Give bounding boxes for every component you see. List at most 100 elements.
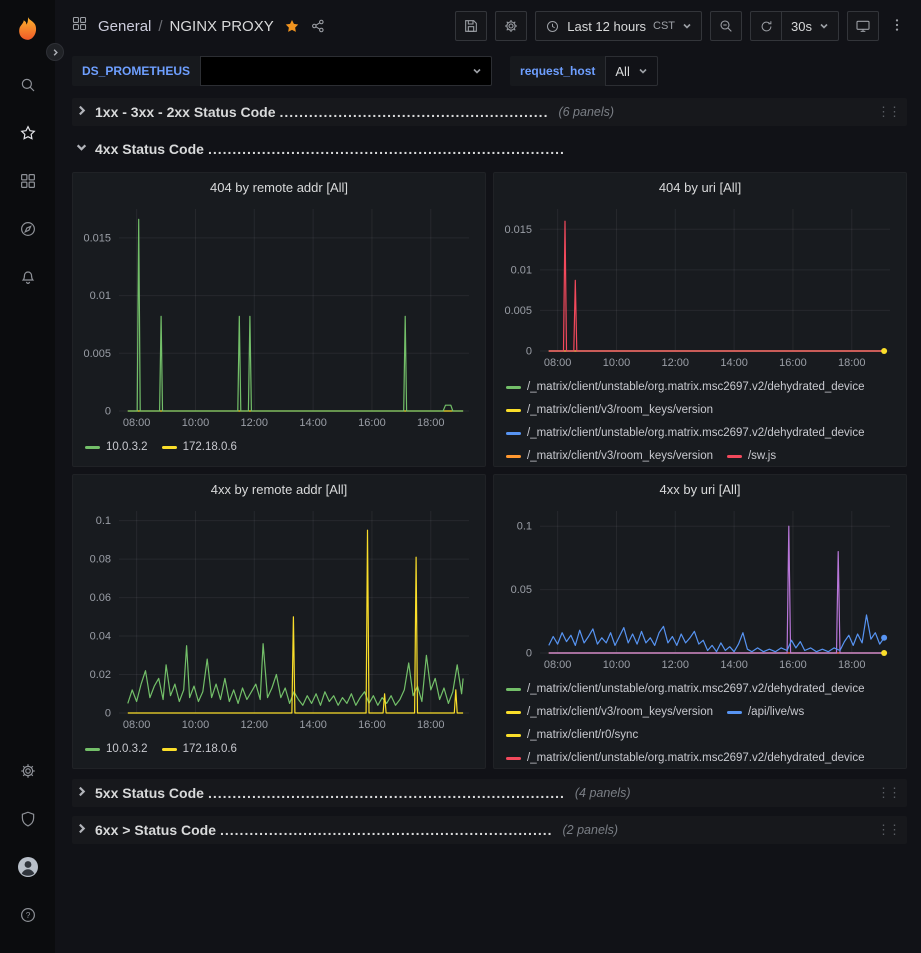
row-1xx-3xx-2xx-status-code[interactable]: 1xx - 3xx - 2xx Status Code ............… bbox=[72, 98, 907, 126]
svg-text:18:00: 18:00 bbox=[838, 357, 866, 369]
legend-swatch bbox=[506, 386, 521, 389]
topbar-actions: Last 12 hours CST 30s bbox=[455, 11, 907, 41]
sidebar-item-search[interactable] bbox=[8, 65, 48, 105]
svg-text:0.01: 0.01 bbox=[511, 264, 532, 276]
legend-swatch bbox=[727, 455, 742, 458]
sidebar-item-alerting[interactable] bbox=[8, 257, 48, 297]
svg-text:16:00: 16:00 bbox=[779, 659, 807, 671]
legend-item[interactable]: /_matrix/client/r0/sync bbox=[506, 726, 638, 744]
legend-label: /_matrix/client/v3/room_keys/version bbox=[527, 404, 713, 416]
legend-item[interactable]: 172.18.0.6 bbox=[162, 438, 237, 456]
chevron-down-icon bbox=[638, 64, 648, 79]
legend-label: 10.0.3.2 bbox=[106, 441, 148, 453]
breadcrumb-section[interactable]: General bbox=[98, 18, 151, 35]
row-drag-handle[interactable]: ⋮⋮ bbox=[877, 822, 899, 838]
breadcrumb-separator: / bbox=[158, 18, 162, 35]
panel-title[interactable]: 4xx by remote addr [All] bbox=[73, 475, 485, 503]
sidebar-item-configuration[interactable] bbox=[8, 751, 48, 791]
zoom-out-time-button[interactable] bbox=[710, 11, 742, 41]
share-dashboard-button[interactable] bbox=[310, 18, 326, 34]
legend-item[interactable]: /_matrix/client/unstable/org.matrix.msc2… bbox=[506, 424, 865, 442]
panel-grid: 404 by remote addr [All] 00.0050.010.015… bbox=[72, 172, 907, 769]
legend-label: /api/live/ws bbox=[748, 706, 804, 718]
svg-text:18:00: 18:00 bbox=[417, 417, 445, 429]
cycle-view-mode-button[interactable] bbox=[847, 11, 879, 41]
legend-label: 10.0.3.2 bbox=[106, 743, 148, 755]
legend-item[interactable]: /_matrix/client/v3/room_keys/version bbox=[506, 447, 713, 465]
apps-icon bbox=[71, 15, 88, 37]
sidebar-expand-button[interactable] bbox=[46, 43, 64, 61]
svg-text:14:00: 14:00 bbox=[299, 719, 327, 731]
grafana-logo[interactable] bbox=[8, 9, 48, 49]
refresh-interval-picker[interactable]: 30s bbox=[782, 11, 839, 41]
svg-text:16:00: 16:00 bbox=[358, 719, 386, 731]
grafana-app: ? General / NGINX PROXY bbox=[0, 0, 921, 953]
dashboard-body: 1xx - 3xx - 2xx Status Code ............… bbox=[55, 90, 921, 953]
timezone-label: CST bbox=[653, 20, 675, 32]
legend-label: 172.18.0.6 bbox=[183, 743, 237, 755]
row-6xx-status-code[interactable]: 6xx > Status Code ......................… bbox=[72, 816, 907, 844]
chevron-right-icon bbox=[76, 784, 87, 802]
row-4xx-status-code[interactable]: 4xx Status Code ........................… bbox=[72, 135, 907, 163]
panel-title[interactable]: 404 by uri [All] bbox=[494, 173, 906, 201]
row-drag-handle[interactable]: ⋮⋮ bbox=[877, 104, 899, 120]
row-title: 5xx Status Code bbox=[95, 785, 204, 801]
legend-swatch bbox=[162, 748, 177, 751]
legend-item[interactable]: /_matrix/client/unstable/org.matrix.msc2… bbox=[506, 378, 865, 396]
sidebar-item-server-admin[interactable] bbox=[8, 799, 48, 839]
legend-item[interactable]: 10.0.3.2 bbox=[85, 438, 148, 456]
bell-icon bbox=[19, 268, 37, 286]
clock-icon bbox=[545, 19, 560, 34]
refresh-icon bbox=[759, 19, 774, 34]
legend-label: /_matrix/client/unstable/org.matrix.msc2… bbox=[527, 752, 865, 764]
timeseries-chart: 00.020.040.060.080.108:0010:0012:0014:00… bbox=[73, 503, 485, 735]
legend-item[interactable]: /_matrix/client/unstable/org.matrix.msc2… bbox=[506, 680, 865, 698]
chevron-down-icon bbox=[76, 140, 87, 158]
sidebar: ? bbox=[0, 0, 55, 953]
monitor-icon bbox=[855, 18, 871, 34]
svg-text:12:00: 12:00 bbox=[241, 417, 269, 429]
sidebar-item-dashboards[interactable] bbox=[8, 161, 48, 201]
dashboard-title[interactable]: NGINX PROXY bbox=[170, 18, 274, 35]
star-icon bbox=[19, 124, 37, 142]
gear-icon bbox=[503, 18, 519, 34]
timeseries-chart: 00.050.108:0010:0012:0014:0016:0018:00 bbox=[494, 503, 906, 675]
time-range-picker[interactable]: Last 12 hours CST bbox=[535, 11, 702, 41]
sidebar-item-explore[interactable] bbox=[8, 209, 48, 249]
gear-icon bbox=[19, 762, 37, 780]
row-drag-handle[interactable]: ⋮⋮ bbox=[877, 785, 899, 801]
panel-legend: 10.0.3.2 172.18.0.6 bbox=[73, 735, 485, 768]
legend-item[interactable]: 172.18.0.6 bbox=[162, 740, 237, 758]
save-dashboard-button[interactable] bbox=[455, 11, 487, 41]
row-title: 1xx - 3xx - 2xx Status Code bbox=[95, 104, 276, 120]
panel-title[interactable]: 404 by remote addr [All] bbox=[73, 173, 485, 201]
dashboard-variables-bar: DS_PROMETHEUS request_host All bbox=[55, 52, 921, 90]
legend-item[interactable]: 10.0.3.2 bbox=[85, 740, 148, 758]
svg-text:08:00: 08:00 bbox=[544, 357, 572, 369]
sidebar-item-user-profile[interactable] bbox=[8, 847, 48, 887]
legend-swatch bbox=[506, 711, 521, 714]
legend-item[interactable]: /api/live/ws bbox=[727, 703, 804, 721]
legend-item[interactable]: /_matrix/client/unstable/org.matrix.msc2… bbox=[506, 749, 865, 767]
more-options-button[interactable] bbox=[887, 17, 907, 36]
panel-404-by-uri: 404 by uri [All] 00.0050.010.01508:0010:… bbox=[493, 172, 907, 467]
share-icon bbox=[310, 18, 326, 34]
dashboard-settings-button[interactable] bbox=[495, 11, 527, 41]
chevron-right-icon bbox=[76, 821, 87, 839]
request-host-select[interactable]: All bbox=[605, 56, 657, 86]
legend-item[interactable]: /sw.js bbox=[727, 447, 776, 465]
svg-text:0.06: 0.06 bbox=[90, 592, 111, 604]
refresh-dashboard-button[interactable] bbox=[750, 11, 782, 41]
legend-item[interactable]: /_matrix/client/v3/room_keys/version bbox=[506, 703, 713, 721]
svg-text:16:00: 16:00 bbox=[358, 417, 386, 429]
row-5xx-status-code[interactable]: 5xx Status Code ........................… bbox=[72, 779, 907, 807]
legend-item[interactable]: /_matrix/client/v3/room_keys/version bbox=[506, 401, 713, 419]
variable-label-request-host: request_host bbox=[510, 56, 605, 86]
datasource-select[interactable] bbox=[200, 56, 492, 86]
sidebar-item-help[interactable]: ? bbox=[8, 895, 48, 935]
legend-label: /_matrix/client/v3/room_keys/version bbox=[527, 706, 713, 718]
favorite-star-button[interactable] bbox=[284, 18, 300, 34]
panel-title[interactable]: 4xx by uri [All] bbox=[494, 475, 906, 503]
sidebar-item-starred[interactable] bbox=[8, 113, 48, 153]
svg-text:0.05: 0.05 bbox=[511, 584, 532, 596]
